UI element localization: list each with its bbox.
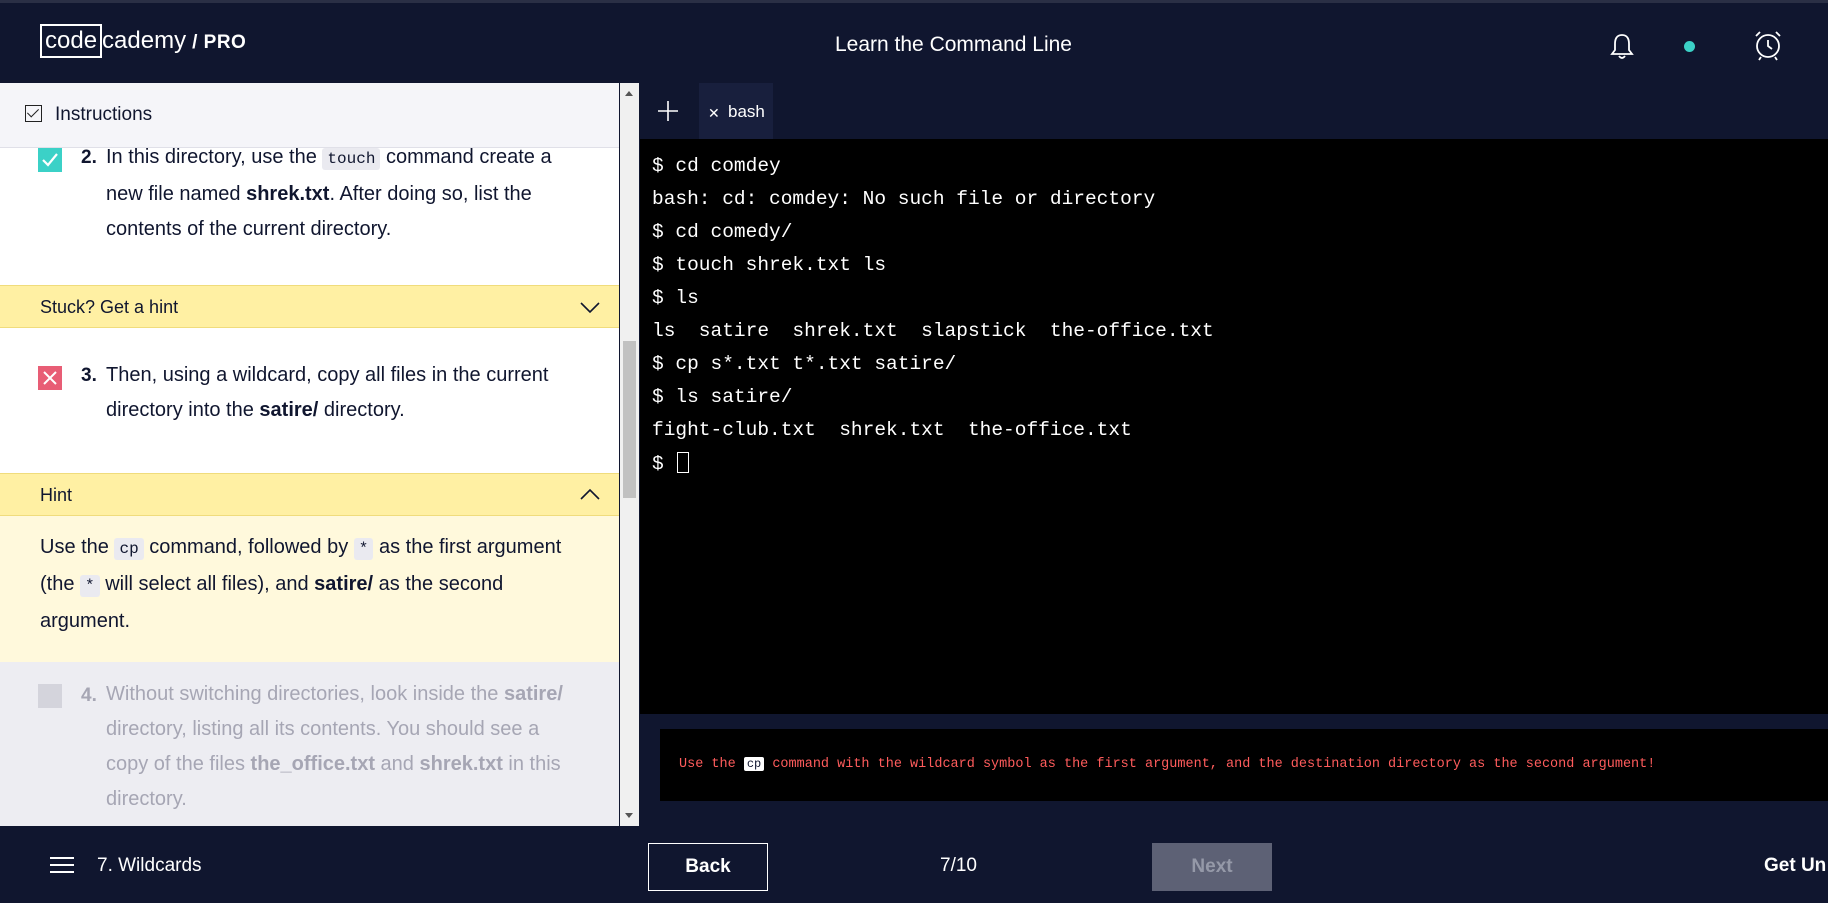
task-2: 2. In this directory, use the touch comm…	[0, 143, 619, 285]
task-4-number: 4.	[81, 685, 97, 706]
terminal-line: bash: cd: comdey: No such file or direct…	[652, 188, 1156, 210]
back-button[interactable]: Back	[648, 843, 768, 891]
hint-toggle-task-2[interactable]: Stuck? Get a hint	[0, 285, 619, 328]
alarm-clock-icon[interactable]	[1752, 29, 1784, 61]
chevron-up-icon	[580, 488, 600, 500]
menu-icon[interactable]	[50, 856, 74, 874]
next-button[interactable]: Next	[1152, 843, 1272, 891]
task-2-number: 2.	[81, 147, 97, 168]
instructions-label: Instructions	[55, 104, 153, 125]
chevron-down-icon	[580, 302, 600, 314]
codecademy-logo[interactable]: code cademy / PRO	[40, 24, 246, 58]
error-message-box: Use the cp command with the wildcard sym…	[660, 729, 1828, 801]
checked-box-icon	[38, 148, 62, 172]
failed-box-icon	[38, 366, 62, 390]
scroll-down-arrow-icon[interactable]	[625, 813, 633, 818]
task-2-text: In this directory, use the touch command…	[106, 146, 552, 240]
logo-code: code	[40, 24, 103, 58]
terminal-tab-bar: ✕ bash	[640, 83, 1828, 139]
terminal-line: $ cd comdey	[652, 155, 781, 177]
terminal-line: $ cp s*.txt t*.txt satire/	[652, 353, 957, 375]
terminal-line: $ ls satire/	[652, 386, 793, 408]
terminal-output[interactable]: $ cd comdey bash: cd: comdey: No such fi…	[640, 139, 1828, 714]
hint-label: Stuck? Get a hint	[40, 297, 179, 317]
terminal-line: $ ls	[652, 287, 699, 309]
tab-bash[interactable]: ✕ bash	[699, 83, 773, 139]
hint-text: Use the cp command, followed by * as the…	[40, 536, 562, 632]
terminal-line: ls satire shrek.txt slapstick the-office…	[652, 320, 1214, 342]
terminal-line: fight-club.txt shrek.txt the-office.txt	[652, 419, 1132, 441]
instructions-panel: Instructions 2. In this directory, use t…	[0, 83, 619, 826]
bottom-bar: 7. Wildcards Back 7/10 Next Get Un	[0, 826, 1828, 903]
top-bar: code cademy / PRO Learn the Command Line	[0, 0, 1828, 83]
touch-code: touch	[322, 148, 381, 170]
terminal-cursor	[677, 452, 690, 473]
plus-icon[interactable]	[658, 101, 678, 121]
task-4: 4. Without switching directories, look i…	[0, 662, 619, 826]
bell-icon[interactable]	[1608, 31, 1636, 61]
course-title: Learn the Command Line	[835, 33, 1072, 56]
tab-bash-label: bash	[728, 102, 765, 121]
task-3-number: 3.	[81, 365, 97, 386]
status-dot-icon	[1684, 41, 1695, 52]
task-3-text: Then, using a wildcard, copy all files i…	[106, 364, 549, 421]
instructions-scrollbar[interactable]	[620, 83, 639, 826]
logo-pro: / PRO	[192, 31, 247, 53]
terminal-prompt[interactable]: $	[652, 452, 690, 475]
instructions-checkbox-icon	[25, 105, 42, 122]
unchecked-box-icon	[38, 684, 62, 708]
error-message: Use the cp command with the wildcard sym…	[679, 757, 1656, 772]
instructions-header[interactable]: Instructions	[0, 83, 619, 148]
task-4-text: Without switching directories, look insi…	[106, 683, 563, 810]
task-3: 3. Then, using a wildcard, copy all file…	[0, 328, 619, 472]
hint-toggle-task-3[interactable]: Hint	[0, 473, 619, 516]
logo-cademy: cademy	[102, 27, 187, 54]
lesson-title[interactable]: 7. Wildcards	[97, 855, 202, 877]
close-icon[interactable]: ✕	[708, 105, 720, 122]
terminal-line: $ touch shrek.txt ls	[652, 254, 887, 276]
error-zone: Use the cp command with the wildcard sym…	[640, 714, 1828, 826]
scrollbar-thumb[interactable]	[623, 341, 636, 498]
hint-body: Use the cp command, followed by * as the…	[0, 516, 619, 662]
upcoming-tasks-zone: 4. Without switching directories, look i…	[0, 662, 619, 826]
progress-counter: 7/10	[940, 855, 977, 876]
upgrade-link[interactable]: Get Un	[1764, 855, 1826, 877]
scroll-up-arrow-icon[interactable]	[625, 91, 633, 96]
hint-label: Hint	[40, 485, 73, 505]
terminal-line: $ cd comedy/	[652, 221, 793, 243]
